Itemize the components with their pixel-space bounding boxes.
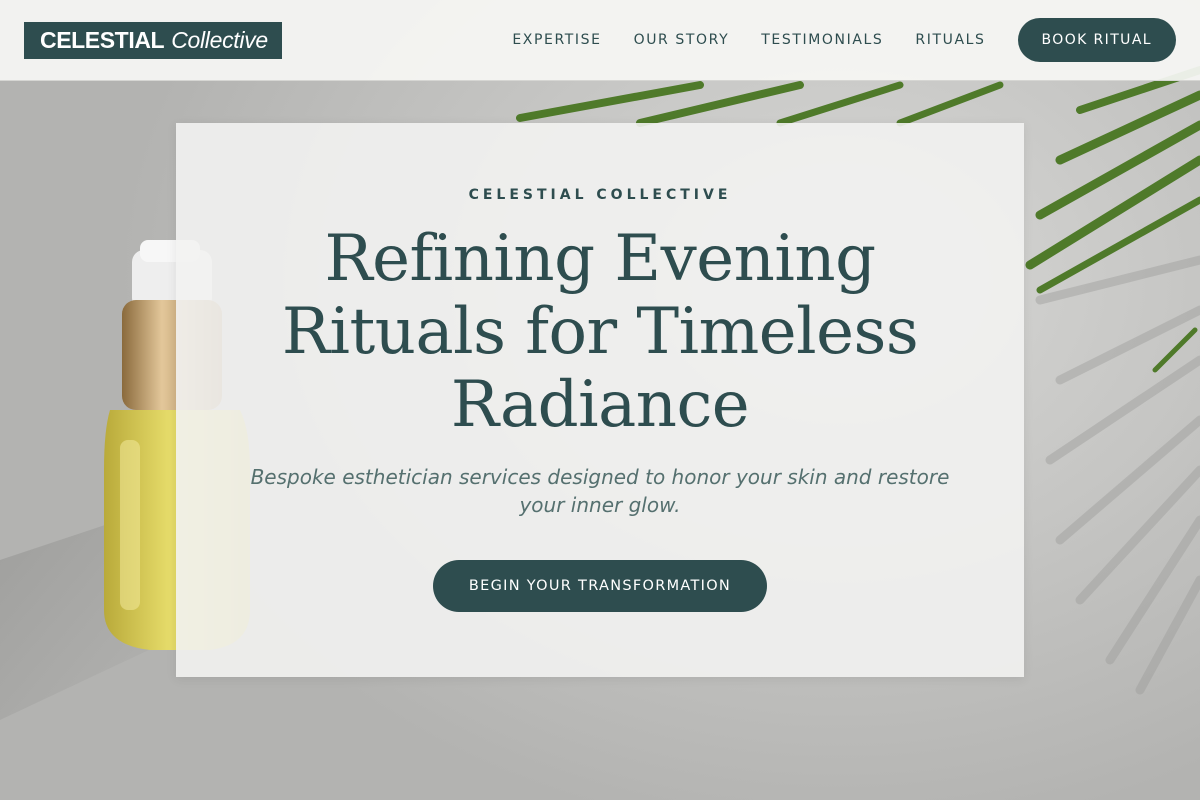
hero-eyebrow: CELESTIAL COLLECTIVE: [468, 187, 732, 203]
frond-shadow: [1035, 255, 1200, 695]
nav-link-testimonials[interactable]: TESTIMONIALS: [761, 32, 883, 48]
nav-link-expertise[interactable]: EXPERTISE: [512, 32, 601, 48]
site-header: CELESTIAL Collective EXPERTISE OUR STORY…: [0, 0, 1200, 81]
begin-transformation-button[interactable]: BEGIN YOUR TRANSFORMATION: [433, 560, 767, 612]
hero-subhead: Bespoke esthetician services designed to…: [250, 465, 950, 517]
hero-card: CELESTIAL COLLECTIVE Refining Evening Ri…: [176, 123, 1024, 677]
book-ritual-button[interactable]: BOOK RITUAL: [1017, 18, 1176, 62]
brand-name-italic: Collective: [171, 26, 268, 53]
brand-name-strong: CELESTIAL: [40, 26, 165, 53]
hero-headline: Refining Evening Rituals for Timeless Ra…: [281, 222, 919, 442]
nav-link-our-story[interactable]: OUR STORY: [634, 32, 730, 48]
nav-link-rituals[interactable]: RITUALS: [915, 32, 985, 48]
main-nav: EXPERTISE OUR STORY TESTIMONIALS RITUALS…: [512, 18, 1176, 62]
brand-logo[interactable]: CELESTIAL Collective: [24, 21, 282, 59]
